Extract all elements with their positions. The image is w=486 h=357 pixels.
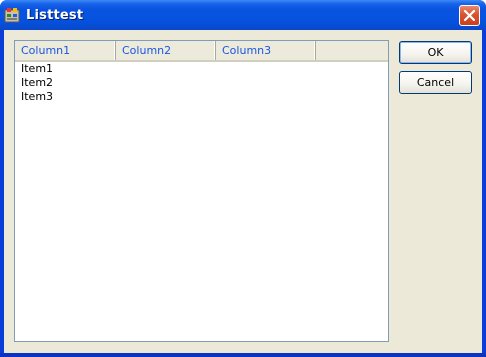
close-icon	[463, 9, 476, 22]
list-view[interactable]: Column1 Column2 Column3 Item1 Item2 Item…	[14, 40, 389, 342]
list-header: Column1 Column2 Column3	[15, 41, 388, 62]
list-rows: Item1 Item2 Item3	[15, 62, 388, 104]
ok-button[interactable]: OK	[399, 41, 472, 64]
list-item[interactable]: Item2	[15, 76, 388, 90]
window-border-right	[482, 30, 486, 357]
column-header-1[interactable]: Column1	[15, 41, 116, 60]
window-border-bottom	[0, 353, 486, 357]
window-title: Listtest	[26, 8, 84, 23]
close-button[interactable]	[459, 5, 480, 26]
title-bar[interactable]: Listtest	[0, 0, 486, 30]
list-item[interactable]: Item1	[15, 62, 388, 76]
column-header-3[interactable]: Column3	[216, 41, 316, 60]
dialog-client-area: Column1 Column2 Column3 Item1 Item2 Item…	[4, 30, 482, 353]
column-header-2[interactable]: Column2	[116, 41, 216, 60]
app-icon	[4, 7, 20, 23]
dialog-window: Listtest Column1 Column2 Column3 Item1 I…	[0, 0, 486, 357]
cancel-button[interactable]: Cancel	[399, 71, 472, 94]
list-item[interactable]: Item3	[15, 90, 388, 104]
